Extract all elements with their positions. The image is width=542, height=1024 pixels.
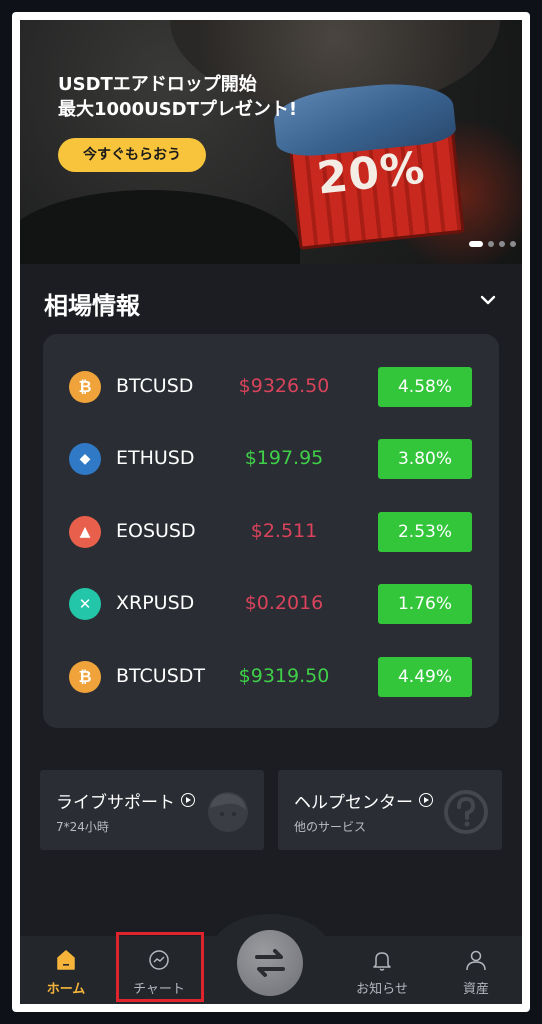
ripple-icon: ✕ [69, 588, 101, 620]
change-badge[interactable]: 4.58% [378, 367, 472, 407]
nav-notices[interactable]: お知らせ [342, 936, 422, 1004]
app-screen: 20% USDTエアドロップ開始 最大1000USDTプレゼント! 今すぐもらお… [20, 20, 522, 1004]
market-row-btcusdt[interactable]: ₿ BTCUSDT $9319.50 4.49% [43, 654, 499, 700]
carousel-dot-1[interactable] [469, 241, 483, 247]
user-icon [466, 950, 486, 971]
bitcoin-icon: ₿ [69, 661, 101, 693]
promo-banner[interactable]: 20% USDTエアドロップ開始 最大1000USDTプレゼント! 今すぐもらお… [20, 20, 522, 264]
market-price: $2.511 [250, 520, 318, 542]
swap-icon [255, 949, 285, 977]
bell-icon [373, 952, 391, 971]
crate-graphic: 20% [271, 77, 465, 250]
carousel-dots[interactable] [469, 241, 516, 247]
market-symbol: ETHUSD [116, 447, 195, 469]
change-badge[interactable]: 4.49% [378, 657, 472, 697]
live-support-title: ライブサポート [56, 788, 195, 813]
market-row-btcusd[interactable]: ₿ BTCUSD $9326.50 4.58% [43, 364, 499, 410]
change-badge[interactable]: 3.80% [378, 439, 472, 479]
ethereum-icon: ◆ [69, 443, 101, 475]
live-support-subtitle: 7*24小時 [56, 820, 109, 834]
banner-title-line1: USDTエアドロップ開始 [58, 74, 257, 95]
nav-assets-label: 資産 [462, 982, 489, 997]
banner-title-line2: 最大1000USDTプレゼント! [58, 99, 298, 120]
help-center-card[interactable]: ヘルプセンター 他のサービス [278, 770, 502, 850]
nav-chart[interactable]: チャート [119, 936, 199, 1004]
market-row-ethusd[interactable]: ◆ ETHUSD $197.95 3.80% [43, 436, 499, 482]
help-center-subtitle: 他のサービス [294, 820, 367, 834]
nav-chart-label: チャート [133, 982, 185, 997]
help-center-title: ヘルプセンター [294, 788, 433, 813]
change-badge[interactable]: 1.76% [378, 584, 472, 624]
home-icon [57, 950, 75, 970]
market-symbol: EOSUSD [116, 520, 196, 542]
carousel-dot-2[interactable] [488, 241, 494, 247]
trade-swap-button[interactable] [237, 930, 303, 996]
carousel-dot-3[interactable] [499, 241, 505, 247]
market-section-title: 相場情報 [44, 292, 140, 320]
change-badge[interactable]: 2.53% [378, 512, 472, 552]
question-icon [444, 790, 488, 834]
nav-assets[interactable]: 資産 [436, 936, 516, 1004]
market-list: ₿ BTCUSD $9326.50 4.58% ◆ ETHUSD $197.95… [43, 334, 499, 728]
hill-graphic [20, 190, 300, 264]
eos-icon: ▲ [69, 516, 101, 548]
play-circle-icon [181, 793, 195, 807]
nav-notices-label: お知らせ [356, 982, 408, 997]
market-price: $197.95 [244, 447, 324, 469]
chevron-down-icon[interactable] [478, 290, 498, 310]
play-circle-icon [419, 793, 433, 807]
market-symbol: BTCUSD [116, 375, 194, 397]
claim-now-button[interactable]: 今すぐもらおう [58, 138, 206, 172]
market-symbol: BTCUSDT [116, 665, 205, 687]
support-face-icon [208, 792, 248, 832]
live-support-card[interactable]: ライブサポート 7*24小時 [40, 770, 264, 850]
chart-icon [149, 950, 169, 970]
nav-home[interactable]: ホーム [26, 936, 106, 1004]
market-row-xrpusd[interactable]: ✕ XRPUSD $0.2016 1.76% [43, 581, 499, 627]
banner-title: USDTエアドロップ開始 最大1000USDTプレゼント! [58, 72, 297, 122]
carousel-dot-4[interactable] [510, 241, 516, 247]
market-price: $9319.50 [238, 665, 330, 687]
bitcoin-icon: ₿ [69, 371, 101, 403]
market-price: $9326.50 [238, 375, 330, 397]
market-symbol: XRPUSD [116, 592, 195, 614]
market-price: $0.2016 [244, 592, 324, 614]
nav-home-label: ホーム [46, 982, 86, 997]
market-row-eosusd[interactable]: ▲ EOSUSD $2.511 2.53% [43, 509, 499, 555]
